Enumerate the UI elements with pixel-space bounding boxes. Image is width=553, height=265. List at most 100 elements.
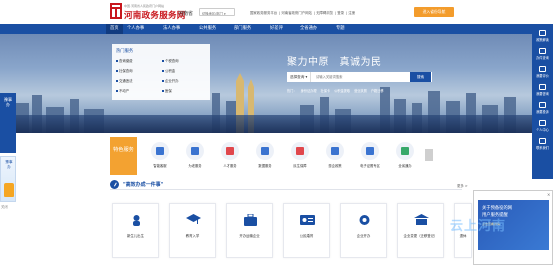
hot-item[interactable]: 企业开办 xyxy=(162,78,179,83)
top-bar: 中国·河南省人民政府门户网站 河南政务服务网 河南省 切换地区/部门 ▾ 国家政… xyxy=(0,0,553,24)
bullet-icon xyxy=(162,60,164,62)
site-title[interactable]: 河南政务服务网 xyxy=(124,9,186,21)
bullet-icon xyxy=(162,70,164,72)
nav-province-wide[interactable]: 全省通办 xyxy=(300,24,317,34)
link-accessibility[interactable]: 无障碍浏览 xyxy=(316,11,333,15)
chat-icon xyxy=(539,84,546,90)
rf-query[interactable]: 办件查询 xyxy=(532,46,553,61)
nav-public[interactable]: 公共服务 xyxy=(199,24,216,34)
rf-rate[interactable]: 我要评价 xyxy=(532,64,553,79)
check-icon xyxy=(110,180,119,189)
one-thing-more-link[interactable]: 更多 > xyxy=(457,183,468,188)
rf-complaint[interactable]: 我要投诉 xyxy=(532,100,553,115)
card-school-enrollment[interactable]: 教育入学 xyxy=(169,203,216,258)
top-links: 国家政务服务平台 | 河南省政府门户网站 | 无障碍浏览 | 登录 | 注册 xyxy=(250,11,356,15)
province-nav-button[interactable]: 进入省份导航 xyxy=(414,7,454,17)
popup-close-icon[interactable]: × xyxy=(547,192,550,197)
talent-icon xyxy=(226,147,234,155)
service-elderly[interactable]: 为老服务 xyxy=(180,142,210,172)
right-float-toolbar: 政策解读 办件查询 我要评价 我要咨询 我要投诉 个人中心 联系我们 xyxy=(532,24,553,179)
left-float-banner[interactable]: 豫事办 xyxy=(0,156,16,202)
hot-item[interactable]: 社保查询 xyxy=(116,68,133,73)
service-policy[interactable]: 惠企政策 xyxy=(320,142,350,172)
school-icon xyxy=(186,214,201,224)
left-float-close[interactable]: 关闭 xyxy=(1,204,8,209)
hot-search-links: 热门： 身份证办理 社保卡 公积金提取 营业执照 户籍迁移 xyxy=(287,88,387,93)
main-nav: 首页 个人办事 法人办事 公共服务 部门服务 好差评 全省通办 专题 xyxy=(0,24,553,34)
emblem-logo-icon[interactable] xyxy=(110,3,122,19)
gear-icon xyxy=(359,215,370,225)
certificate-icon xyxy=(366,147,374,155)
nav-personal[interactable]: 个人办事 xyxy=(127,24,144,34)
one-thing-header: "高效办成一件事" 更多 > xyxy=(110,180,468,190)
search-category-select[interactable]: 选择查询 ▾ xyxy=(287,72,311,82)
hero-banner xyxy=(0,34,553,133)
hot-search-link[interactable]: 身份证办理 xyxy=(301,89,317,93)
card-newborn[interactable]: 新生儿出生 xyxy=(112,203,159,258)
rf-consult[interactable]: 我要咨询 xyxy=(532,82,553,97)
services-next-arrow[interactable] xyxy=(425,149,433,161)
hot-search-link[interactable]: 户籍迁移 xyxy=(371,89,384,93)
bullet-icon xyxy=(162,80,164,82)
search-button[interactable]: 搜索 xyxy=(410,72,431,82)
data-icon xyxy=(261,147,269,155)
nav-department[interactable]: 部门服务 xyxy=(234,24,251,34)
link-login[interactable]: 登录 xyxy=(337,11,344,15)
hot-item[interactable]: 交通违法 xyxy=(116,78,133,83)
current-region: 河南省 xyxy=(178,11,194,17)
hero-slogan: 聚力中原 真诚为民 xyxy=(287,57,382,68)
bullet-icon xyxy=(116,60,118,62)
left-float-app[interactable]: 豫事办 xyxy=(0,93,16,153)
service-smart-support[interactable]: 智能客服 xyxy=(145,142,175,172)
left-float-banner-text: 豫事办 xyxy=(5,160,13,169)
link-gov-portal[interactable]: 河南省政府门户网站 xyxy=(281,11,312,15)
hot-item[interactable]: 查询缴费 xyxy=(116,58,133,63)
service-province-wide[interactable]: 全省通办 xyxy=(390,142,420,172)
rf-contact[interactable]: 联系我们 xyxy=(532,136,553,151)
hot-item[interactable]: 医保 xyxy=(162,88,172,93)
search-input[interactable] xyxy=(313,72,407,82)
rf-policy[interactable]: 政策解读 xyxy=(532,28,553,43)
left-float-label: 豫事办 xyxy=(4,97,12,108)
megaphone-icon xyxy=(539,102,546,108)
card-transport-company[interactable]: 开办运输企业 xyxy=(226,203,273,258)
region-switch-select[interactable]: 切换地区/部门 ▾ xyxy=(199,8,235,16)
search-icon xyxy=(539,48,546,54)
hot-item[interactable]: 个税查询 xyxy=(162,58,179,63)
nav-home[interactable]: 首页 xyxy=(106,24,123,34)
service-talent[interactable]: 人才服务 xyxy=(215,142,245,172)
id-card-icon xyxy=(300,215,315,225)
link-register[interactable]: 注册 xyxy=(348,11,355,15)
baby-icon xyxy=(133,215,140,226)
bullet-icon xyxy=(116,90,118,92)
service-e-license[interactable]: 电子证照专区 xyxy=(355,142,385,172)
nav-topics[interactable]: 专题 xyxy=(336,24,345,34)
hot-item[interactable]: 公积金 xyxy=(162,68,175,73)
card-company-change[interactable]: 企业变更（迁移登记） xyxy=(397,203,444,258)
hot-search-link[interactable]: 社保卡 xyxy=(321,89,331,93)
star-icon xyxy=(539,66,546,72)
hot-search-link[interactable]: 公积金提取 xyxy=(334,89,350,93)
province-icon xyxy=(401,147,409,155)
service-welfare[interactable]: 民生保障 xyxy=(285,142,315,172)
policy-icon xyxy=(331,147,339,155)
card-company-setup[interactable]: 企业开办 xyxy=(340,203,387,258)
river-reflection xyxy=(0,115,553,133)
logo-subtitle: 中国·河南省人民政府门户网站 xyxy=(124,4,164,8)
hot-services-title: 热门服务 xyxy=(116,49,134,54)
service-data[interactable]: 数据服务 xyxy=(250,142,280,172)
link-national-platform[interactable]: 国家政务服务平台 xyxy=(250,11,277,15)
popup-line1: 关于预备役的网 xyxy=(482,206,513,211)
bullet-icon xyxy=(116,80,118,82)
bullet-icon xyxy=(116,70,118,72)
rf-profile[interactable]: 个人中心 xyxy=(532,118,553,133)
nav-legal[interactable]: 法人办事 xyxy=(163,24,180,34)
card-marriage[interactable]: 公民婚育 xyxy=(283,203,330,258)
hot-search-link[interactable]: 营业执照 xyxy=(354,89,367,93)
one-thing-title: "高效办成一件事" xyxy=(123,182,164,188)
hot-item[interactable]: 不动产 xyxy=(116,88,129,93)
hot-services-panel: 热门服务 查询缴费 个税查询 社保查询 公积金 交通违法 企业开办 不动产 医保 xyxy=(112,44,210,100)
elder-icon xyxy=(191,147,199,155)
shield-icon xyxy=(296,147,304,155)
nav-rating[interactable]: 好差评 xyxy=(270,24,283,34)
